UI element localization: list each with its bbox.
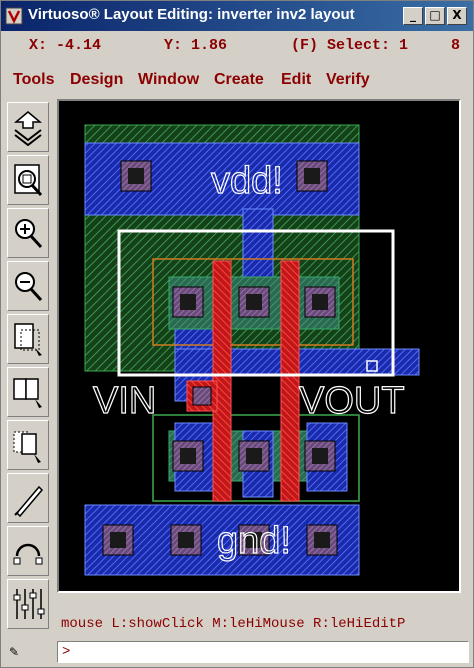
vout-label[interactable]: VOUT	[298, 379, 405, 422]
command-bar: ✎ >	[1, 639, 473, 667]
zoom-in-icon	[15, 219, 43, 249]
vertical-scrollbar[interactable]	[461, 99, 473, 593]
menu-tools[interactable]: Tools	[13, 71, 54, 89]
maximize-button[interactable]: □	[425, 7, 445, 25]
minimize-button[interactable]: _	[403, 7, 423, 25]
layout-canvas[interactable]: vdd! gnd! VIN VOUT	[57, 99, 461, 593]
move-button[interactable]	[7, 420, 49, 470]
command-icon: ✎	[9, 645, 20, 659]
vdd-label[interactable]: vdd!	[210, 159, 283, 202]
menu-edit[interactable]: Edit	[281, 71, 311, 89]
close-button[interactable]: X	[447, 7, 467, 25]
move-icon	[13, 431, 41, 463]
app-icon	[5, 7, 23, 25]
properties-icon	[13, 589, 45, 619]
ruler-button[interactable]	[7, 473, 49, 523]
title-bar[interactable]: Virtuoso® Layout Editing: inverter inv2 …	[1, 1, 473, 31]
window-title: Virtuoso® Layout Editing: inverter inv2 …	[28, 6, 355, 23]
status-number: 8	[451, 37, 461, 54]
layout-drawing[interactable]: vdd! gnd! VIN VOUT	[59, 101, 459, 591]
copy-icon	[13, 378, 42, 408]
save-button[interactable]	[7, 102, 49, 152]
pmos-contacts[interactable]	[172, 286, 336, 318]
undo-button[interactable]	[7, 526, 49, 576]
save-icon	[13, 111, 43, 146]
ruler-icon	[14, 485, 44, 517]
copy-button[interactable]	[7, 367, 49, 417]
poly-gate-right[interactable]	[280, 260, 300, 502]
horizontal-scrollbar[interactable]	[57, 594, 461, 606]
stretch-icon	[14, 323, 42, 356]
gnd-label[interactable]: gnd!	[216, 519, 291, 562]
zoom-in-button[interactable]	[7, 208, 49, 258]
nmos-contacts[interactable]	[172, 440, 336, 472]
menu-window[interactable]: Window	[138, 71, 199, 89]
stretch-button[interactable]	[7, 314, 49, 364]
undo-icon	[13, 543, 43, 565]
vin-label[interactable]: VIN	[92, 379, 157, 422]
menu-bar: Tools Design Window Create Edit Verify	[1, 63, 473, 97]
menu-design[interactable]: Design	[70, 71, 123, 89]
properties-button[interactable]	[7, 579, 49, 629]
fit-view-icon	[14, 164, 43, 197]
fit-view-button[interactable]	[7, 155, 49, 205]
select-count: (F) Select: 1	[291, 37, 409, 54]
coordinate-status-bar: X: -4.14 Y: 1.86 (F) Select: 1 8	[1, 31, 473, 61]
zoom-out-button[interactable]	[7, 261, 49, 311]
virtuoso-window: Virtuoso® Layout Editing: inverter inv2 …	[0, 0, 474, 668]
mouse-bindings-bar: mouse L:showClick M:leHiMouse R:leHiEdit…	[57, 608, 471, 638]
menu-create[interactable]: Create	[214, 71, 264, 89]
x-coordinate: X: -4.14	[29, 37, 102, 54]
command-input[interactable]: >	[57, 641, 469, 663]
zoom-out-icon	[15, 272, 43, 302]
menu-verify[interactable]: Verify	[326, 71, 370, 89]
tool-palette	[4, 102, 52, 639]
y-coordinate: Y: 1.86	[164, 37, 228, 54]
